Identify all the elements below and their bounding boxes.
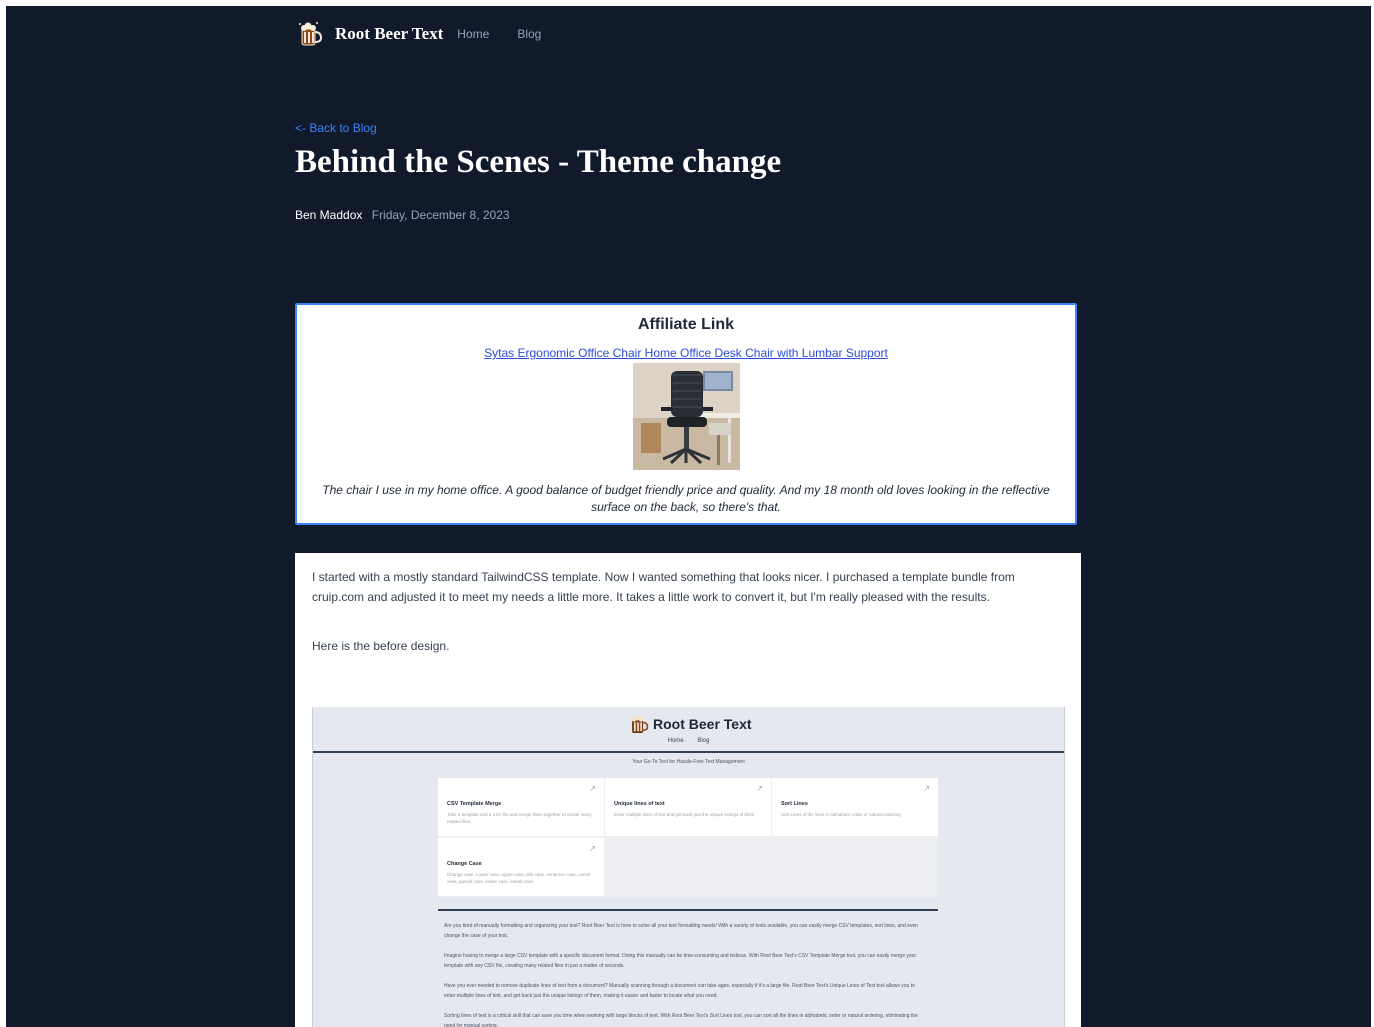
arrow-up-right-icon: ↗ bbox=[589, 844, 596, 853]
content-paragraph: I started with a mostly standard Tailwin… bbox=[312, 570, 1015, 604]
screenshot-paragraph: Are you tired of manually formatting and… bbox=[444, 923, 919, 939]
tool-card: ↗ CSV Template Merge Take a template and… bbox=[438, 778, 604, 836]
arrow-up-right-icon: ↗ bbox=[589, 784, 596, 793]
affiliate-box: Affiliate Link Sytas Ergonomic Office Ch… bbox=[295, 303, 1077, 525]
tool-title: Unique lines of text bbox=[614, 801, 665, 807]
screenshot-paragraph: Imagine having to merge a large CSV temp… bbox=[444, 953, 917, 969]
post-date: Friday, December 8, 2023 bbox=[371, 208, 510, 222]
screenshot-nav-home: Home bbox=[667, 738, 684, 744]
article-content: I started with a mostly standard Tailwin… bbox=[295, 553, 1081, 1027]
arrow-up-right-icon: ↗ bbox=[756, 784, 763, 793]
affiliate-product-link[interactable]: Sytas Ergonomic Office Chair Home Office… bbox=[484, 346, 888, 360]
screenshot-paragraph: Sorting lines of text is a critical skil… bbox=[444, 1013, 918, 1027]
screenshot-nav: Home Blog bbox=[313, 738, 1064, 744]
tool-card: ↗ Change Case Change case. Lower case, u… bbox=[438, 838, 604, 896]
screenshot-header: Root Beer Text Home Blog bbox=[313, 707, 1064, 753]
brand-name[interactable]: Root Beer Text bbox=[335, 24, 443, 44]
tool-description: Change case. Lower case, upper case, tit… bbox=[447, 872, 591, 884]
tool-card: ↗ Unique lines of text Enter multiple li… bbox=[605, 778, 771, 836]
content-paragraph: Here is the before design. bbox=[312, 639, 450, 653]
arrow-up-right-icon: ↗ bbox=[923, 784, 930, 793]
affiliate-caption: The chair I use in my home office. A goo… bbox=[322, 483, 1050, 514]
before-design-screenshot: Root Beer Text Home Blog Your Go-To Tool… bbox=[312, 707, 1065, 1027]
nav-blog-link[interactable]: Blog bbox=[517, 27, 541, 41]
tool-title: Change Case bbox=[447, 861, 482, 867]
page: Root Beer Text Home Blog <- Back to Blog… bbox=[6, 6, 1371, 1027]
tool-description: Enter multiple lines of text and get bac… bbox=[614, 812, 755, 817]
tool-description: Take a template and a CSV file and merge… bbox=[447, 812, 592, 824]
root-beer-mug-icon bbox=[631, 714, 649, 734]
back-to-blog-link[interactable]: <- Back to Blog bbox=[295, 121, 377, 135]
screenshot-divider bbox=[438, 909, 938, 911]
screenshot-paragraph: Have you ever needed to remove duplicate… bbox=[444, 983, 915, 999]
affiliate-heading: Affiliate Link bbox=[637, 316, 734, 333]
post-title: Behind the Scenes - Theme change bbox=[295, 144, 782, 180]
screenshot-nav-blog: Blog bbox=[697, 738, 710, 744]
tool-title: Sort Lines bbox=[781, 801, 808, 807]
office-chair-image[interactable] bbox=[632, 363, 740, 470]
screenshot-tagline: Your Go-To Tool for Hassle-Free Text Man… bbox=[632, 759, 745, 765]
tool-description: Sort Lines of the lines in alphabetic or… bbox=[781, 812, 901, 817]
site-header: Root Beer Text Home Blog bbox=[295, 20, 569, 48]
nav-home-link[interactable]: Home bbox=[457, 27, 489, 41]
post-meta: Ben Maddox Friday, December 8, 2023 bbox=[295, 208, 510, 222]
screenshot-brand-name: Root Beer Text bbox=[653, 716, 752, 732]
tool-card: ↗ Sort Lines Sort Lines of the lines in … bbox=[772, 778, 938, 836]
screenshot-tool-grid: ↗ CSV Template Merge Take a template and… bbox=[438, 778, 938, 897]
post-author: Ben Maddox bbox=[295, 208, 363, 222]
screenshot-brand: Root Beer Text bbox=[627, 713, 752, 735]
root-beer-mug-icon[interactable] bbox=[295, 20, 323, 48]
tool-title: CSV Template Merge bbox=[447, 801, 502, 807]
